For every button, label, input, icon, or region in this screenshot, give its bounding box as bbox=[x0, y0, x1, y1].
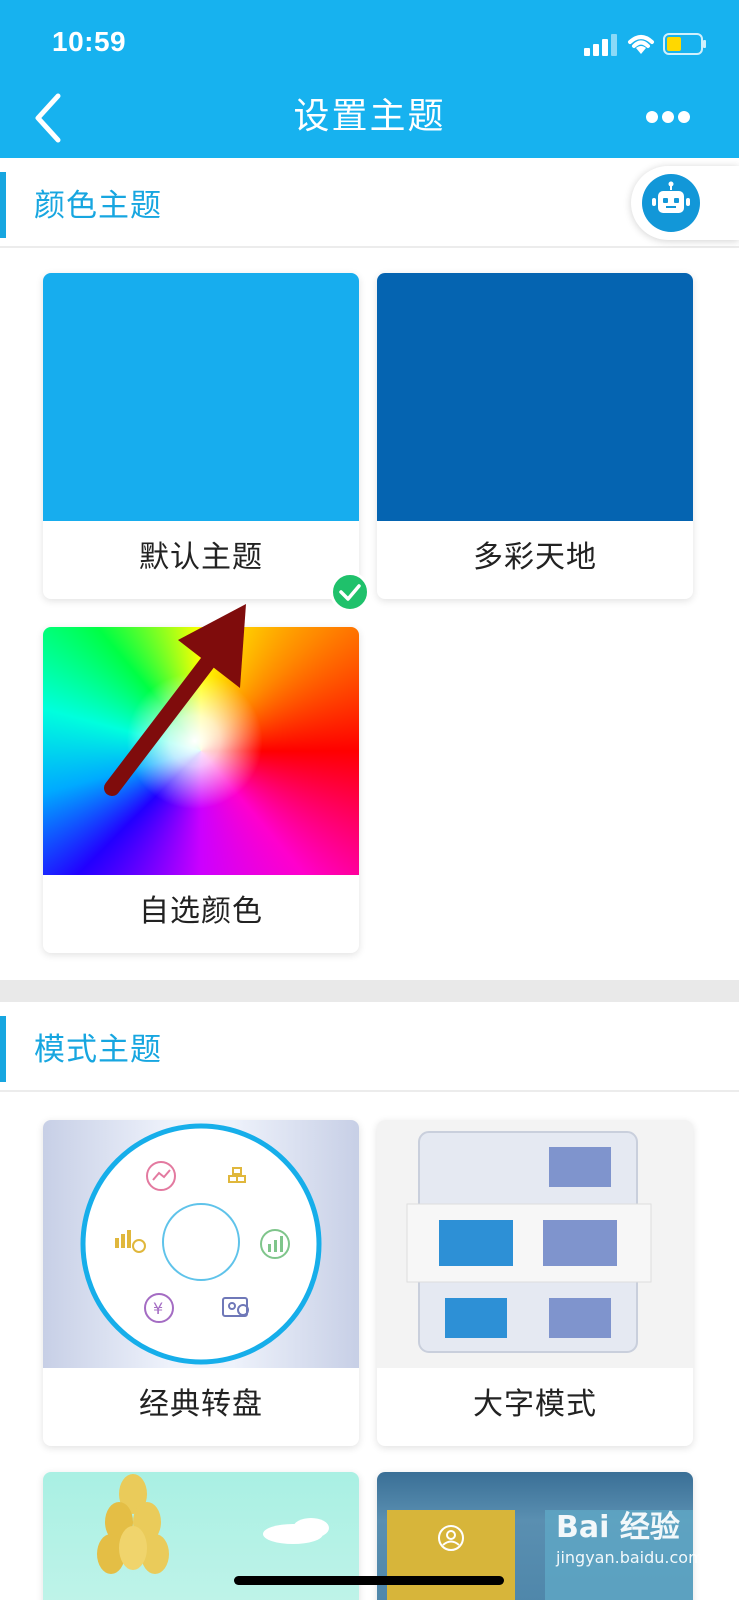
mode-label: 大字模式 bbox=[473, 1387, 597, 1422]
mode-card-large-text[interactable]: 大字模式 bbox=[377, 1120, 693, 1446]
theme-card-default[interactable]: 默认主题 bbox=[43, 273, 359, 599]
theme-card-colorful[interactable]: 多彩天地 bbox=[377, 273, 693, 599]
section-divider bbox=[0, 980, 739, 1002]
large-text-preview bbox=[377, 1120, 693, 1368]
nav-bar: 设置主题 bbox=[0, 80, 739, 158]
theme-swatch-colorful bbox=[377, 273, 693, 521]
home-indicator[interactable] bbox=[234, 1576, 504, 1585]
battery-icon bbox=[663, 33, 706, 55]
annotation-arrow bbox=[104, 604, 246, 796]
robot-icon bbox=[652, 181, 690, 213]
section-marker bbox=[0, 1016, 6, 1082]
watermark-url: jingyan.baidu.com bbox=[556, 1548, 704, 1567]
wifi-icon bbox=[628, 35, 654, 54]
theme-label: 自选颜色 bbox=[139, 894, 263, 929]
more-icon[interactable] bbox=[646, 106, 696, 128]
status-time: 10:59 bbox=[52, 26, 127, 57]
theme-label: 默认主题 bbox=[139, 540, 263, 575]
mode-theme-title: 模式主题 bbox=[34, 1032, 162, 1068]
color-theme-header: 颜色主题 bbox=[0, 158, 739, 248]
watermark: Bai 经验 jingyan.baidu.com bbox=[556, 1502, 736, 1576]
section-marker bbox=[0, 172, 6, 238]
svg-text:¥: ¥ bbox=[153, 1299, 163, 1318]
mode-card-classic-wheel[interactable]: ¥ 经典转盘 bbox=[43, 1120, 359, 1446]
mode-theme-header: 模式主题 bbox=[0, 1002, 739, 1092]
theme-swatch-default bbox=[43, 273, 359, 521]
watermark-main: Bai 经验 bbox=[556, 1510, 680, 1545]
signal-icon bbox=[584, 34, 617, 56]
status-bar: 10:59 bbox=[0, 0, 739, 80]
color-theme-title: 颜色主题 bbox=[34, 188, 162, 224]
mode-label: 经典转盘 bbox=[139, 1387, 263, 1422]
selected-check-icon bbox=[330, 572, 370, 612]
theme-label: 多彩天地 bbox=[473, 540, 597, 575]
robot-assistant-button[interactable] bbox=[631, 166, 739, 240]
classic-wheel-preview: ¥ bbox=[43, 1120, 359, 1368]
page-title: 设置主题 bbox=[293, 96, 446, 137]
